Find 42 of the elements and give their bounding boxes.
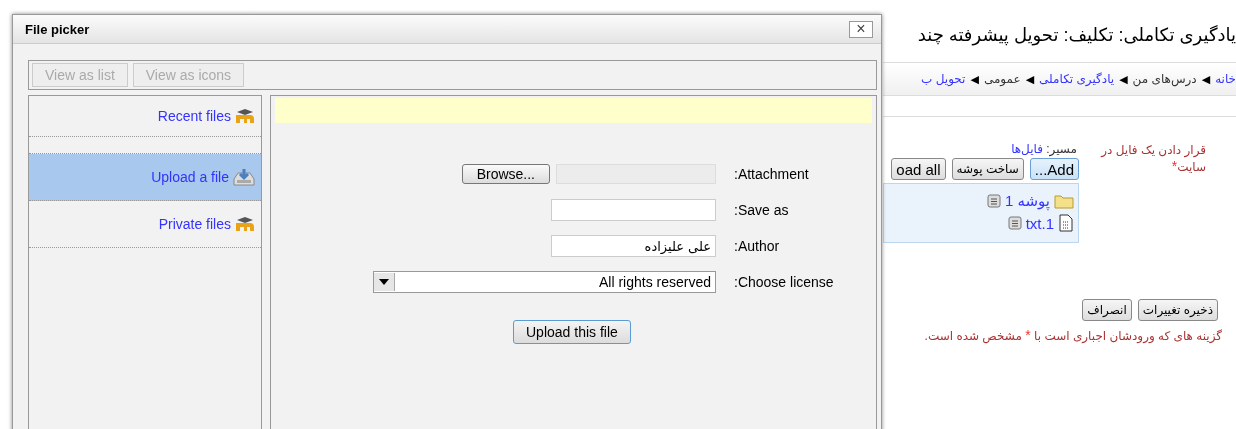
field-label: :Author (734, 237, 781, 256)
field-label: :Attachment (734, 165, 810, 184)
path-text: مسیر: فایل‌ها (1011, 142, 1077, 156)
form-button[interactable]: ذخیره تغییرات (1137, 299, 1218, 321)
breadcrumb-text: درس‌های من (1132, 72, 1197, 86)
mortarboard-m-icon (235, 216, 255, 232)
menu-icon[interactable] (986, 194, 1001, 208)
file-action-button[interactable]: oad all (891, 158, 946, 180)
menu-icon[interactable] (1007, 216, 1022, 230)
separator-arrow: ◀ (1025, 72, 1035, 86)
folder-icon (1054, 193, 1074, 209)
mortarboard-m-icon (235, 108, 255, 124)
breadcrumb-text: عمومی (983, 72, 1021, 86)
field-label: :Save as (734, 201, 790, 220)
breadcrumb-link[interactable]: یادگیری تکاملی (1039, 72, 1115, 86)
upload-button[interactable]: Upload this file (513, 320, 631, 344)
separator-arrow: ◀ (1119, 72, 1128, 86)
breadcrumb-link[interactable]: خانه (1215, 72, 1236, 86)
close-button[interactable]: × (849, 20, 873, 38)
separator-arrow: ◀ (970, 72, 979, 86)
repository-item[interactable]: Upload a file (29, 154, 261, 201)
separator-arrow: ◀ (1201, 72, 1211, 86)
field-label: :Choose license (734, 273, 835, 292)
file-action-button[interactable]: ...Add (1029, 158, 1079, 180)
breadcrumb-link[interactable]: تحویل ب (921, 72, 966, 86)
tree-item[interactable]: txt.1 (1025, 214, 1054, 232)
repository-item[interactable]: Recent files (29, 96, 261, 137)
document-icon (1058, 214, 1074, 232)
dropdown-arrow-icon (379, 279, 389, 285)
field-label: قرار دادن یک فایل در سایت* (1099, 142, 1206, 176)
file-action-button[interactable]: ساخت پوشه (951, 158, 1024, 180)
dialog-title: File picker (25, 21, 90, 37)
tree-item[interactable]: پوشه 1 (1004, 192, 1050, 210)
page-title: یادگیری تکاملی: تکلیف: تحویل پیشرفته چند (916, 24, 1236, 48)
author-field[interactable]: علی علیزاده (551, 235, 716, 257)
browse-button[interactable]: Browse... (461, 164, 550, 184)
form-button[interactable]: انصراف (1082, 299, 1132, 321)
required-note: گزینه های که ورودشان اجباری است با * مشخص شده است. (923, 327, 1223, 343)
upload-tray-icon (233, 168, 255, 186)
license-select[interactable]: All rights reserved (373, 271, 716, 293)
save-as-field[interactable] (551, 199, 716, 221)
repository-item[interactable]: Private files (29, 201, 261, 248)
